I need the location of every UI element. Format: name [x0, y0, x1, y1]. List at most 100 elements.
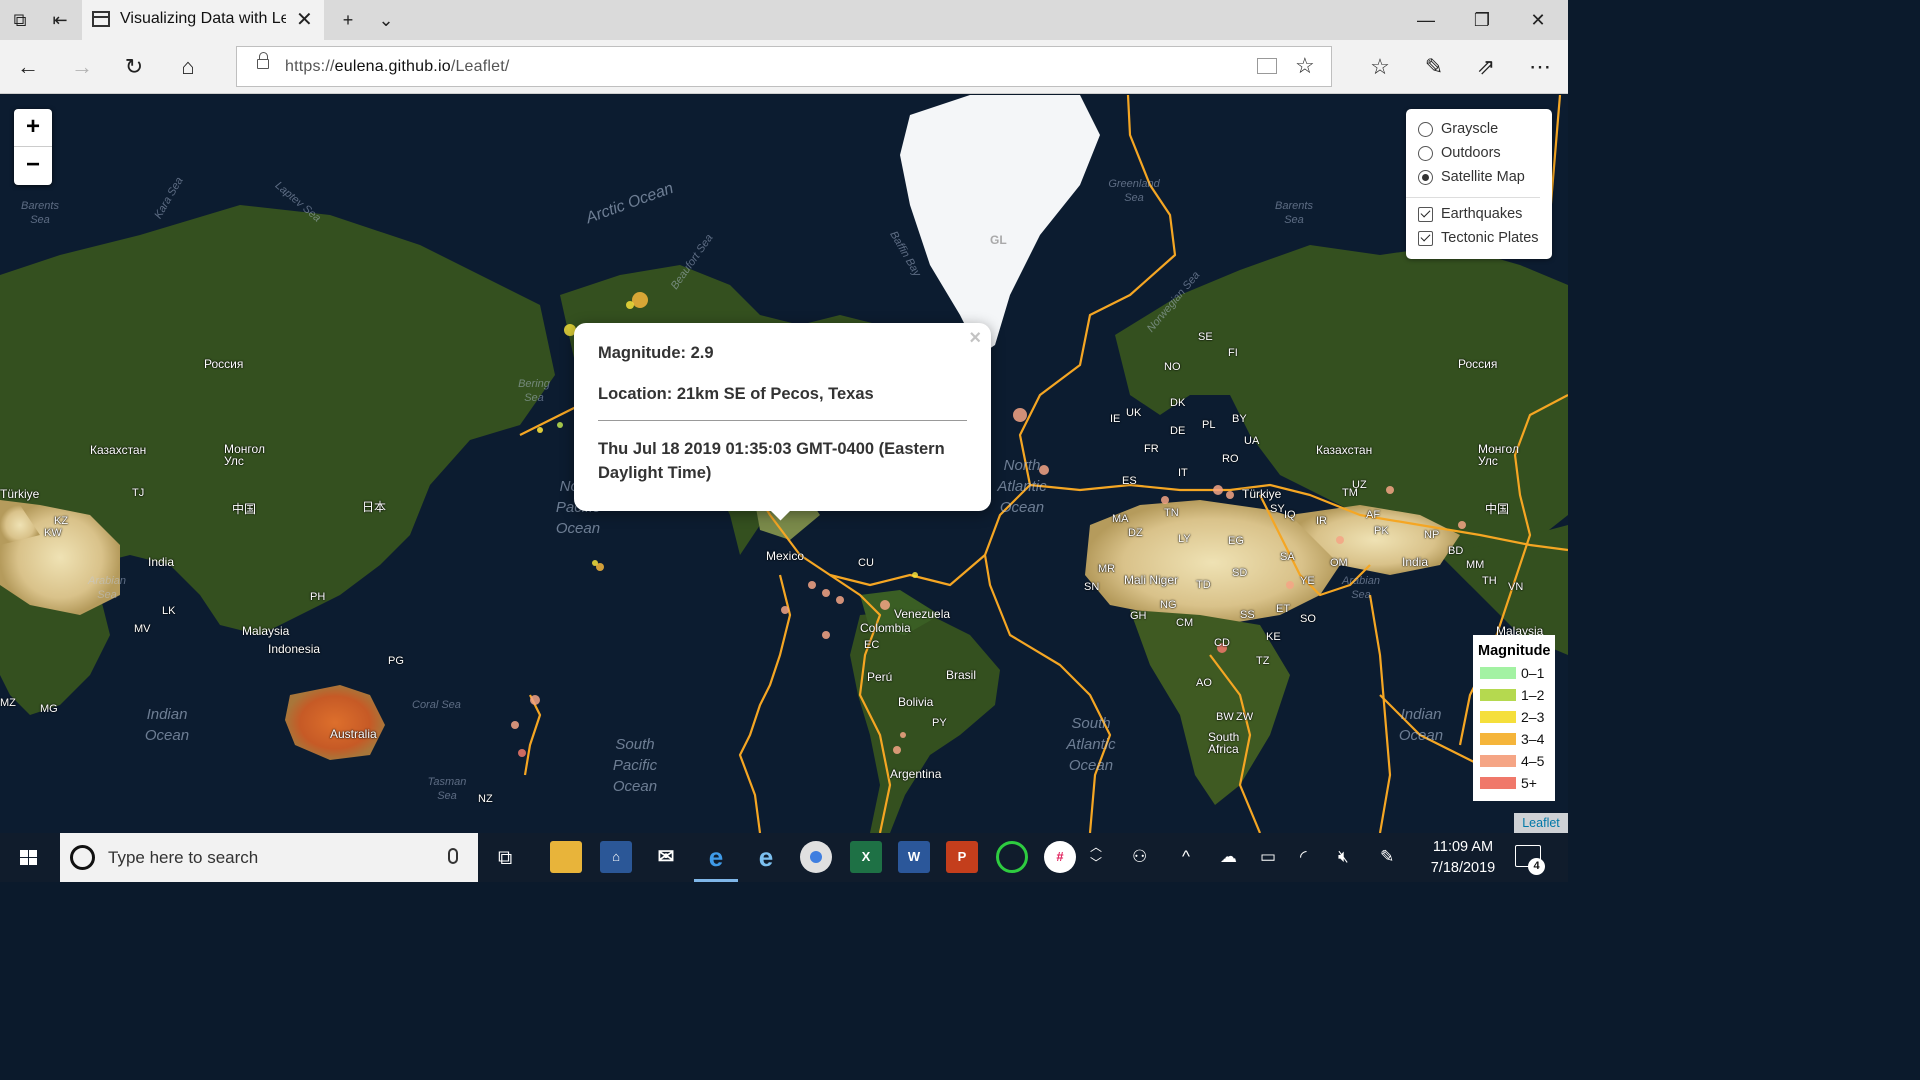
country-code-label: EC — [864, 639, 880, 651]
browser-tab[interactable]: Visualizing Data with Leaflet ✕ — [82, 0, 324, 40]
overlay-tectonic-plates[interactable]: Tectonic Plates — [1418, 228, 1552, 252]
onedrive-icon[interactable]: ☁ — [1220, 847, 1237, 867]
overlay-earthquakes[interactable]: Earthquakes — [1418, 204, 1552, 228]
zoom-out-button[interactable]: − — [14, 146, 52, 183]
share-icon[interactable]: ⇗ — [1470, 52, 1502, 82]
map-label-russia: Россия — [1458, 357, 1498, 371]
checkbox-checked[interactable] — [1418, 231, 1433, 246]
country-code-label: NZ — [478, 793, 493, 805]
country-code-label: KE — [1266, 631, 1281, 643]
base-layer-grayscale[interactable]: Grayscle — [1418, 119, 1552, 143]
country-code-label: TH — [1482, 575, 1497, 587]
internet-explorer-icon[interactable]: e — [750, 841, 782, 873]
store-icon[interactable]: ⌂ — [600, 841, 632, 873]
country-code-label: PY — [932, 717, 947, 729]
slack-icon[interactable]: # — [1044, 841, 1076, 873]
earthquake-popup: × Magnitude: 2.9 Location: 21km SE of Pe… — [574, 323, 991, 511]
powerpoint-icon[interactable]: P — [946, 841, 978, 873]
map-label-argentina: Argentina — [890, 767, 942, 781]
zoom-in-button[interactable]: + — [14, 109, 52, 146]
tab-title: Visualizing Data with Leaflet — [120, 10, 286, 27]
wifi-icon[interactable]: ◜ — [1300, 847, 1307, 867]
map-label-malaysia: Malaysia — [242, 624, 290, 638]
legend-swatch — [1480, 733, 1516, 745]
checkbox-checked[interactable] — [1418, 207, 1433, 222]
country-code-label: PH — [310, 591, 326, 603]
task-view-icon[interactable]: ⧉ — [498, 847, 512, 870]
cortana-icon — [70, 845, 95, 870]
more-icon[interactable]: ⋯ — [1524, 52, 1556, 82]
map-label-bering-sea: Bering Sea — [518, 378, 550, 404]
country-code-label: EG — [1228, 535, 1244, 547]
country-code-label: IT — [1178, 467, 1188, 479]
map-label-indian-ocean: Indian Ocean — [1398, 706, 1444, 744]
battery-icon[interactable]: ▭ — [1260, 847, 1276, 867]
radio-button[interactable] — [1418, 146, 1433, 161]
country-code-label: AF — [1366, 509, 1381, 521]
map-label-indonesia: Indonesia — [268, 642, 321, 656]
base-layer-satellite[interactable]: Satellite Map — [1418, 167, 1552, 191]
map-label-greenland-sea: Greenland Sea — [1108, 178, 1160, 204]
notes-pen-icon[interactable]: ✎ — [1418, 52, 1450, 82]
edge-browser-icon[interactable]: e — [700, 841, 732, 873]
map-label-arabian-sea: Arabian Sea — [88, 575, 126, 601]
favorites-icon[interactable]: ☆ — [1364, 52, 1396, 82]
clock-date: 7/18/2019 — [1430, 860, 1496, 876]
base-layer-outdoors[interactable]: Outdoors — [1418, 143, 1552, 167]
legend-swatch — [1480, 689, 1516, 701]
people-icon[interactable]: ⚇ — [1132, 847, 1147, 867]
map-label-bolivia: Bolivia — [898, 695, 934, 709]
country-code-label: DZ — [1128, 527, 1143, 539]
start-button[interactable] — [0, 833, 58, 882]
chrome-icon[interactable] — [800, 841, 832, 873]
back-icon[interactable]: ← — [12, 52, 44, 82]
country-code-label: RO — [1222, 453, 1239, 465]
map-label-barents-sea: Barents Sea — [21, 200, 59, 226]
tab-actions-icon[interactable]: ⧉ — [6, 6, 34, 34]
system-clock[interactable]: 11:09 AM 7/18/2019 — [1418, 837, 1508, 879]
forward-icon[interactable]: → — [66, 52, 98, 82]
pen-icon[interactable]: ✎ — [1380, 847, 1394, 867]
country-code-label: KZ — [54, 515, 69, 527]
minimize-button[interactable]: — — [1406, 6, 1446, 34]
restore-button[interactable]: ❐ — [1462, 6, 1502, 34]
tray-expand-icon[interactable]: ^ — [1182, 847, 1190, 867]
address-bar[interactable]: https://eulena.github.io/Leaflet/ ☆ — [236, 46, 1332, 87]
volume-muted-icon[interactable]: 🔇︎ — [1338, 847, 1349, 867]
close-window-button[interactable]: ✕ — [1518, 6, 1558, 34]
taskbar-search[interactable]: Type here to search — [60, 833, 478, 882]
page-icon — [92, 11, 110, 27]
mail-icon[interactable]: ✉ — [650, 841, 682, 873]
country-code-label: DK — [1170, 397, 1186, 409]
favorite-star-icon[interactable]: ☆ — [1295, 53, 1315, 79]
map-label-barents-sea: Barents Sea — [1275, 200, 1313, 226]
clock-time: 11:09 AM — [1432, 839, 1494, 855]
country-code-label: MA — [1112, 513, 1129, 525]
word-icon[interactable]: W — [898, 841, 930, 873]
reading-view-icon[interactable] — [1257, 58, 1277, 74]
popup-location: Location: 21km SE of Pecos, Texas — [598, 385, 874, 403]
radio-button[interactable] — [1418, 122, 1433, 137]
popup-close-button[interactable]: × — [969, 327, 981, 350]
country-code-label: YE — [1300, 575, 1315, 587]
radio-button-selected[interactable] — [1418, 170, 1433, 185]
attribution-link[interactable]: Leaflet — [1514, 813, 1568, 833]
file-explorer-icon[interactable] — [550, 841, 582, 873]
refresh-icon[interactable]: ↻ — [118, 52, 150, 82]
map-label-brasil: Brasil — [946, 668, 977, 682]
sync-app-icon[interactable] — [996, 841, 1028, 873]
legend-item: 2–3 — [1478, 709, 1555, 731]
map-label-mongolia: Монгол Улс — [1478, 442, 1519, 468]
new-tab-icon[interactable]: + — [334, 6, 362, 34]
scroll-chevrons-icon[interactable]: ︿ ﹀ — [1090, 839, 1102, 871]
microphone-icon[interactable] — [448, 848, 458, 864]
chevron-down-icon[interactable]: ⌄ — [372, 6, 400, 34]
country-code-label: AO — [1196, 677, 1212, 689]
country-code-label: TD — [1196, 579, 1211, 591]
excel-icon[interactable]: X — [850, 841, 882, 873]
close-tab-icon[interactable]: ✕ — [296, 7, 313, 32]
map-container[interactable]: Россия Россия Казахстан Казахстан Монгол… — [0, 95, 1568, 833]
set-tabs-aside-icon[interactable]: ⇤ — [46, 6, 74, 34]
home-icon[interactable]: ⌂ — [172, 52, 204, 82]
url-text: https://eulena.github.io/Leaflet/ — [285, 58, 510, 75]
